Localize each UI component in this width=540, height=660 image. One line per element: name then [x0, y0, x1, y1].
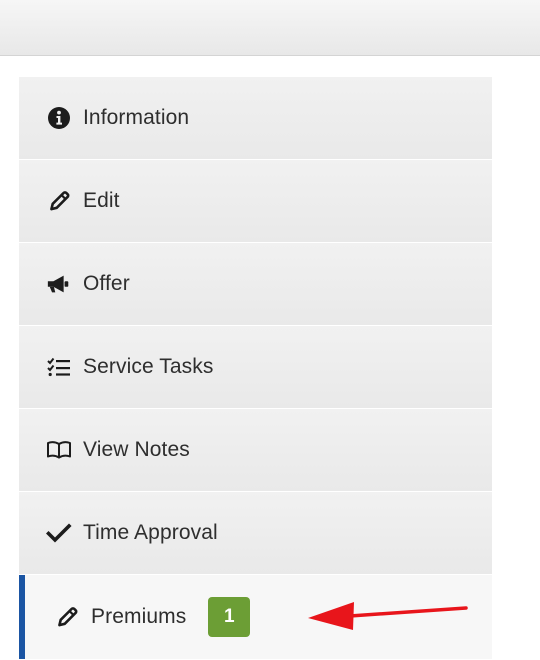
- menu-item-information[interactable]: Information: [19, 77, 492, 159]
- pencil-icon: [46, 188, 72, 214]
- checklist-icon: [46, 354, 72, 380]
- menu-item-label: Time Approval: [83, 521, 218, 544]
- menu-item-time-approval[interactable]: Time Approval: [19, 492, 492, 574]
- menu-item-view-notes[interactable]: View Notes: [19, 409, 492, 491]
- active-indicator: [19, 575, 25, 659]
- menu-item-label: Edit: [83, 189, 120, 212]
- pencil-icon: [54, 604, 80, 630]
- menu-item-label: Premiums: [91, 605, 187, 628]
- menu-item-label: View Notes: [83, 438, 190, 461]
- menu-item-service-tasks[interactable]: Service Tasks: [19, 326, 492, 408]
- info-circle-icon: [46, 105, 72, 131]
- open-book-icon: [46, 437, 72, 463]
- annotation-arrow: [308, 594, 468, 639]
- menu-item-offer[interactable]: Offer: [19, 243, 492, 325]
- top-bar: [0, 0, 540, 56]
- megaphone-icon: [46, 271, 72, 297]
- menu-item-label: Service Tasks: [83, 355, 214, 378]
- side-menu: Information Edit Offer Service Tasks Vie…: [19, 77, 492, 660]
- menu-item-edit[interactable]: Edit: [19, 160, 492, 242]
- check-icon: [46, 520, 72, 546]
- menu-item-label: Information: [83, 106, 190, 129]
- menu-item-label: Offer: [83, 272, 130, 295]
- count-badge: 1: [208, 597, 251, 637]
